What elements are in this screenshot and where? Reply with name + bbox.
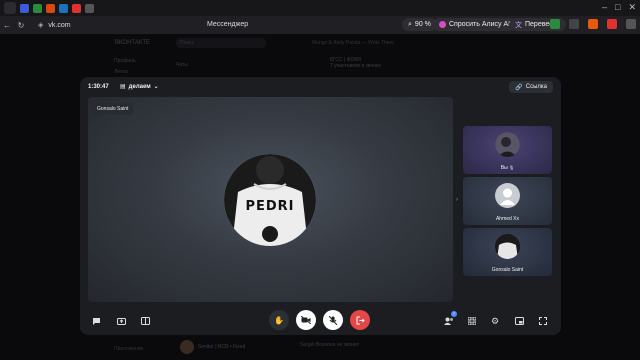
- screen-share-icon[interactable]: [113, 313, 129, 329]
- extensions: [550, 19, 636, 29]
- call-title-text: делаем: [128, 83, 151, 90]
- participants-icon: [444, 317, 453, 325]
- avatar: [180, 340, 194, 354]
- shield-icon: ◈: [38, 22, 44, 29]
- participant-tile[interactable]: Gonsalo Saint: [463, 228, 552, 276]
- vk-menu: Профиль Лента: [114, 56, 136, 78]
- participant-name: Gonsalo Saint: [491, 267, 524, 273]
- zoom-chip[interactable]: ⌕ 90 %: [402, 18, 437, 31]
- vk-bottom-item: Senitor | RCB • Fixed: [180, 340, 245, 354]
- back-icon[interactable]: ←: [0, 21, 14, 30]
- main-participant-name: Gonsalo Saint: [92, 103, 134, 115]
- main-participant-avatar: PEDRI: [224, 154, 316, 246]
- camera-off-button[interactable]: [296, 310, 316, 330]
- exit-icon: [356, 316, 365, 324]
- camera-off-icon: [301, 316, 311, 324]
- page-title: Мессенджер: [207, 21, 249, 28]
- mic-off-button[interactable]: [323, 310, 343, 330]
- alice-button[interactable]: Спросить Алису AI: [433, 18, 517, 31]
- mic-off-icon: [329, 315, 337, 325]
- call-timer: 1:30:47: [88, 84, 109, 90]
- participants-badge: 7: [451, 311, 457, 317]
- participant-label: Вы 🎙: [463, 165, 552, 171]
- vk-dialog-header: КГСС | ФОКИ 7 участников в звонке: [330, 57, 381, 69]
- avatar: [495, 234, 520, 259]
- url-text: vk.com: [48, 21, 71, 29]
- tab-icon[interactable]: [20, 3, 29, 13]
- tab-icon[interactable]: [46, 3, 55, 13]
- vk-menu-item[interactable]: Профиль: [114, 56, 136, 67]
- participant-tile[interactable]: Вы 🎙: [463, 126, 552, 174]
- zoom-level: 90 %: [414, 21, 431, 28]
- settings-icon[interactable]: ⚙: [487, 313, 503, 329]
- chevron-right-icon[interactable]: ›: [456, 197, 458, 203]
- address-bar: ← ↻ ◈ vk.com Мессенджер ⌕ 90 % Спросить …: [0, 16, 640, 34]
- window-controls: – □ ✕: [602, 2, 636, 13]
- alice-icon: [439, 21, 446, 28]
- participant-name: Ahmed Xx: [495, 216, 520, 222]
- vk-player: Mungo & Andy Panda — Write There: [312, 40, 395, 46]
- fullscreen-icon[interactable]: [535, 313, 551, 329]
- call-title[interactable]: ▤ делаем ⌄: [120, 83, 159, 91]
- chat-icon: ▤: [120, 84, 126, 90]
- main-video[interactable]: Gonsalo Saint PEDRI: [88, 97, 453, 302]
- tab-icon[interactable]: [59, 3, 68, 13]
- participant-name: Вы: [500, 165, 508, 171]
- call-window: 1:30:47 ▤ делаем ⌄ 🔗 Ссылка Gonsalo Sain…: [80, 77, 561, 335]
- translate-icon: 文: [515, 21, 522, 29]
- vk-chats-heading: Чаты: [176, 62, 188, 68]
- menu-icon[interactable]: [626, 19, 636, 29]
- extension-icon[interactable]: [588, 19, 598, 29]
- link-label: Ссылка: [525, 84, 547, 90]
- vk-bottom-left: Приложения: [114, 346, 144, 352]
- extension-icon[interactable]: [607, 19, 617, 29]
- link-button[interactable]: 🔗 Ссылка: [509, 81, 553, 93]
- mic-icon: 🎙: [509, 165, 515, 170]
- zoom-icon: ⌕: [408, 20, 412, 28]
- close-icon[interactable]: ✕: [628, 2, 636, 13]
- user-placeholder-icon: [495, 183, 520, 208]
- url-field[interactable]: ◈ vk.com: [38, 21, 71, 30]
- jersey-text: PEDRI: [245, 199, 295, 214]
- hand-icon: ✋: [274, 315, 284, 325]
- link-icon: 🔗: [515, 84, 523, 91]
- vk-dialog-subtitle: 7 участников в звонке: [330, 63, 381, 69]
- participants-button[interactable]: 7: [441, 311, 457, 329]
- avatar: [495, 132, 520, 157]
- participant-tile[interactable]: Ahmed Xx: [463, 177, 552, 225]
- vk-logo: ВКОНТАКТЕ: [115, 40, 151, 46]
- raise-hand-button[interactable]: ✋: [269, 310, 289, 330]
- grid-icon[interactable]: [464, 313, 480, 329]
- extension-icon[interactable]: [550, 19, 560, 29]
- chat-bubble-icon[interactable]: [88, 313, 104, 329]
- maximize-icon[interactable]: □: [615, 2, 620, 13]
- minimize-icon[interactable]: –: [602, 2, 607, 13]
- vk-bottom-text: Senitor | RCB • Fixed: [198, 344, 246, 350]
- extension-icon[interactable]: [569, 19, 579, 29]
- end-call-button[interactable]: [350, 310, 370, 330]
- chevron-down-icon: ⌄: [153, 84, 159, 90]
- picture-in-picture-icon[interactable]: [511, 313, 527, 329]
- reload-icon[interactable]: ↻: [14, 21, 28, 30]
- tab-icon[interactable]: [85, 3, 94, 13]
- vk-search[interactable]: Поиск: [176, 38, 266, 48]
- vk-bottom-message: Sergei Bosnova не звонит: [300, 342, 360, 348]
- tab-icon[interactable]: [33, 3, 42, 13]
- tab-icon[interactable]: [72, 3, 81, 13]
- layout-icon[interactable]: [137, 313, 153, 329]
- alice-label: Спросить Алису AI: [449, 21, 511, 28]
- active-tab[interactable]: [4, 2, 16, 14]
- call-toolbar: ✋ 7 ⚙: [80, 309, 561, 333]
- browser-tab-bar: – □ ✕: [0, 0, 640, 16]
